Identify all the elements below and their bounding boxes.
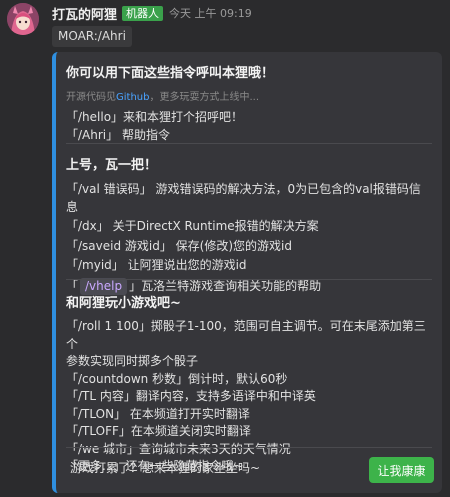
vhelp-post: 」瓦洛兰特游戏查询相关功能的帮助 [129, 278, 322, 293]
games-line: 「/TL 内容」翻译内容，支持多语译中和中译英 [66, 389, 316, 403]
games-line: 参数实现同时掷多个骰子 [66, 354, 199, 368]
games-line: 「/we 城市」查询城市未来3天的天气情况 [66, 441, 291, 456]
games-line: 「/TLON」 在本频道打开实时翻译 [66, 406, 250, 421]
visit-home-button[interactable]: 让我康康 [369, 457, 434, 483]
footer-text: 游戏打累了？想来本狸的家坐坐吗~ [70, 461, 261, 475]
intro-section: 你可以用下面这些指令呼叫本狸哦！ 开源代码见Github，更多玩耍方式上线中..… [66, 62, 432, 144]
bot-badge: 机器人 [122, 5, 164, 21]
valorant-title: 上号，瓦一把！ [66, 158, 158, 173]
message-header: 打瓦的阿狸 机器人 今天 上午 09:19 [52, 4, 252, 23]
divider [66, 143, 432, 144]
valorant-section: 上号，瓦一把！ 「/val 错误码」 游戏错误码的解决方法，0为已包含的val报… [66, 154, 432, 295]
intro-subtitle: 开源代码见Github，更多玩耍方式上线中... [66, 88, 432, 103]
message-time: 今天 上午 09:19 [169, 7, 252, 20]
intro-title: 你可以用下面这些指令呼叫本狸哦！ [66, 66, 275, 81]
sub-prefix: 开源代码见 [66, 92, 116, 103]
intro-line: 「/hello」来和本狸打个招呼吧！ [66, 110, 244, 124]
command-text: MOAR:/Ahri [52, 26, 132, 47]
valorant-line: 「/saveid 游戏id」 保存(修改)您的游戏id [66, 238, 292, 253]
help-card: 你可以用下面这些指令呼叫本狸哦！ 开源代码见Github，更多玩耍方式上线中..… [52, 52, 442, 493]
valorant-line: 「/val 错误码」 游戏错误码的解决方法，0为已包含的val报错码信息 [66, 182, 421, 214]
valorant-line: 「/dx」 关于DirectX Runtime报错的解决方案 [66, 219, 319, 233]
games-line: 「/TLOFF」在本频道关闭实时翻译 [66, 424, 251, 438]
games-line: 「/roll 1 100」掷骰子1-100，范围可自主调节。可在末尾添加第三个 [66, 319, 426, 351]
vhelp-pre: 「 [66, 278, 79, 293]
divider [66, 447, 432, 448]
games-line: 「/countdown 秒数」倒计时，默认60秒 [66, 371, 288, 386]
github-link[interactable]: Github [116, 92, 149, 103]
avatar[interactable] [7, 3, 39, 35]
intro-line: 「/Ahri」 帮助指令 [66, 127, 170, 142]
sub-suffix: ，更多玩耍方式上线中... [149, 92, 260, 103]
valorant-line: 「/myid」 让阿狸说出您的游戏id [66, 258, 247, 272]
games-title: 和阿狸玩小游戏吧~ [66, 296, 181, 311]
divider [66, 279, 432, 280]
sender-name[interactable]: 打瓦的阿狸 [52, 4, 117, 23]
